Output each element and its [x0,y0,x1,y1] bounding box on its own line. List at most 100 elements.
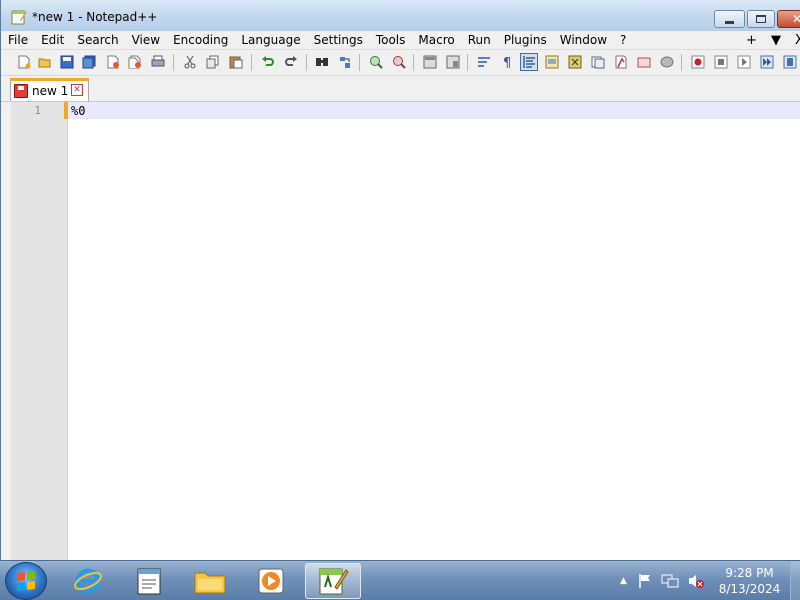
speech-bubble-button[interactable] [658,53,676,71]
zoom-in-icon [370,56,383,69]
current-line-highlight [68,102,800,119]
zoom-out-button[interactable] [390,53,408,71]
notepad-icon [137,568,161,595]
menu-settings[interactable]: Settings [307,33,369,47]
replace-button[interactable] [336,53,354,71]
menu-encoding[interactable]: Encoding [166,33,234,47]
word-wrap-button[interactable] [475,53,493,71]
menu-help[interactable]: ? [613,33,632,47]
line-number: 1 [34,104,41,117]
close-button[interactable] [104,53,122,71]
file-explorer-icon [194,572,226,594]
network-icon[interactable] [661,573,679,589]
copy-button[interactable] [204,53,222,71]
folder-as-workspace-icon [591,56,605,69]
tab-label: new 1 [32,84,69,98]
add-tab-button[interactable]: + [746,31,757,49]
playback-macro-button[interactable] [735,53,753,71]
record-macro-icon [691,55,705,69]
run-macro-multiple-button[interactable] [758,53,776,71]
record-macro-button[interactable] [689,53,707,71]
doc-map-icon [545,55,559,69]
playback-macro-icon [737,55,751,69]
taskbar-notepad[interactable] [121,563,177,599]
action-center-flag-icon[interactable] [637,573,653,589]
view-panel-button[interactable] [635,53,653,71]
toolbar-separator [359,54,360,71]
indent-guide-button[interactable] [520,53,538,71]
editor-area[interactable]: 1 %0 [1,101,800,561]
fold-margin [1,102,11,561]
title-bar[interactable]: *new 1 - Notepad++ ✕ [1,0,800,32]
monitoring-button[interactable] [612,53,630,71]
save-button[interactable] [58,53,76,71]
close-icon: ✕ [791,12,800,26]
minimize-button[interactable] [714,10,745,28]
menu-tools[interactable]: Tools [369,33,412,47]
editor-line-text[interactable]: %0 [71,104,85,118]
notepad-plus-plus-icon [319,568,349,595]
start-button[interactable] [5,562,47,600]
print-icon [151,55,165,67]
save-all-button[interactable] [80,53,98,71]
toolbar-separator [173,54,174,71]
find-button[interactable] [313,53,331,71]
menu-window[interactable]: Window [553,33,613,47]
function-list-icon [568,55,582,69]
notepad-plus-plus-app-icon[interactable] [11,9,27,25]
tab-close-icon[interactable]: ✕ [71,84,83,96]
doc-map-button[interactable] [543,53,561,71]
cut-button[interactable] [181,53,199,71]
print-button[interactable] [149,53,167,71]
menu-search[interactable]: Search [70,33,124,47]
volume-muted-icon[interactable] [687,573,705,589]
sync-vertical-button[interactable] [421,53,439,71]
tab-list-dropdown[interactable]: ▼ [771,31,781,49]
menu-view[interactable]: View [125,33,166,47]
toolbar-separator [467,54,468,71]
taskbar-media-player[interactable] [243,563,299,599]
open-file-button[interactable] [36,53,54,71]
taskbar-file-explorer[interactable] [182,563,238,599]
function-list-button[interactable] [566,53,584,71]
internet-explorer-icon [74,568,102,594]
taskbar: ▲ 9:28 PM 8/13/2024 [0,560,800,600]
paste-icon [229,56,243,69]
show-hidden-icons-button[interactable]: ▲ [620,576,627,586]
new-file-button[interactable] [15,53,33,71]
menu-run[interactable]: Run [461,33,497,47]
close-window-button[interactable]: ✕ [777,10,800,28]
word-wrap-icon [478,57,490,67]
notepad-plus-plus-window: *new 1 - Notepad++ ✕ File Edit Search Vi… [0,0,800,561]
tab-new-1[interactable]: new 1 ✕ [10,78,89,101]
undo-button[interactable] [259,53,277,71]
menu-edit[interactable]: Edit [34,33,70,47]
menu-language[interactable]: Language [234,33,306,47]
menu-plugins[interactable]: Plugins [497,33,553,47]
maximize-button[interactable] [747,10,775,28]
speech-bubble-icon [660,56,674,68]
view-panel-icon [637,57,651,68]
zoom-in-button[interactable] [367,53,385,71]
menu-file[interactable]: File [1,33,34,47]
clock-date: 8/13/2024 [718,582,781,596]
media-player-icon [258,568,284,594]
folder-as-workspace-button[interactable] [589,53,607,71]
redo-button[interactable] [282,53,300,71]
taskbar-notepad-plus-plus[interactable] [305,563,361,599]
close-all-button[interactable] [126,53,144,71]
sync-vertical-icon [423,55,437,69]
taskbar-internet-explorer[interactable] [60,563,116,599]
menu-macro[interactable]: Macro [411,33,460,47]
taskbar-clock[interactable]: 9:28 PM 8/13/2024 [712,565,787,597]
show-desktop-button[interactable] [790,561,800,600]
open-file-icon [38,58,51,68]
new-file-icon [18,55,31,69]
close-document-button[interactable]: X [795,31,800,49]
stop-macro-button[interactable] [712,53,730,71]
sync-horizontal-button[interactable] [444,53,462,71]
show-all-chars-button[interactable]: ¶ [498,53,516,71]
save-macro-button[interactable] [781,53,799,71]
maximize-icon [756,15,766,23]
paste-button[interactable] [227,53,245,71]
